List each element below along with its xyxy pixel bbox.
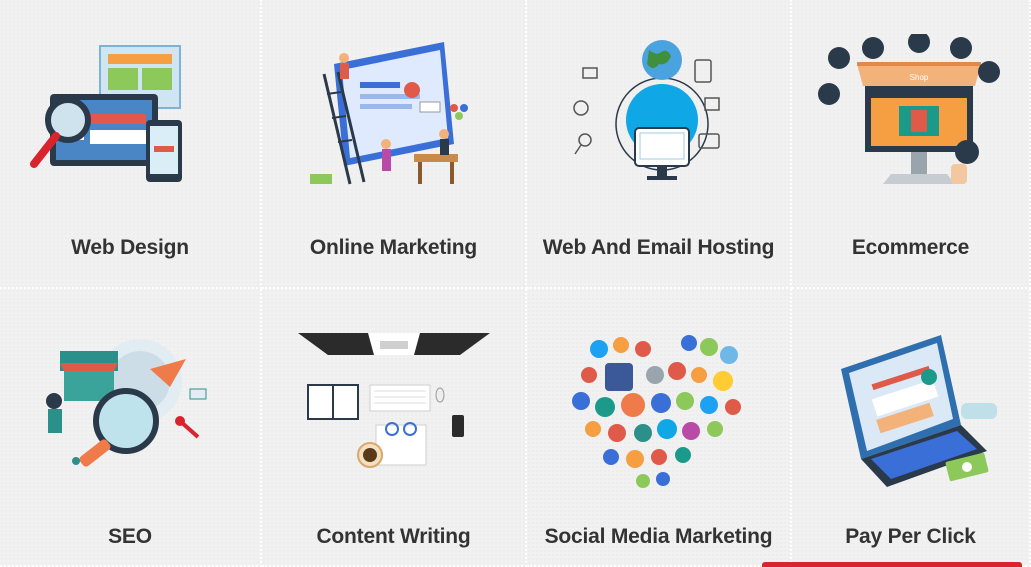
service-card-web-design[interactable]: Web Design bbox=[0, 0, 262, 289]
online-marketing-icon bbox=[309, 42, 468, 185]
seo-icon bbox=[46, 339, 207, 467]
service-card-pay-per-click[interactable]: Pay Per Click bbox=[792, 289, 1031, 567]
content-writing-icon bbox=[297, 333, 490, 468]
service-title: Content Writing bbox=[316, 525, 471, 548]
service-card-ecommerce[interactable]: Shop Ecommerce bbox=[792, 0, 1031, 289]
scroll-accent-bar bbox=[762, 562, 1022, 567]
service-card-seo[interactable]: SEO bbox=[0, 289, 262, 567]
services-grid: Web Design Online Marketing Web And Emai… bbox=[0, 0, 1031, 567]
awning-text: Shop bbox=[909, 73, 928, 82]
service-title: Pay Per Click bbox=[845, 525, 976, 548]
service-card-hosting[interactable]: Web And Email Hosting bbox=[527, 0, 792, 289]
service-title: Web And Email Hosting bbox=[542, 236, 775, 259]
web-design-icon bbox=[30, 45, 182, 182]
service-title: Social Media Marketing bbox=[544, 525, 773, 548]
service-card-social-media[interactable]: Social Media Marketing bbox=[527, 289, 792, 567]
service-title: Online Marketing bbox=[309, 236, 478, 259]
service-title: Web Design bbox=[71, 236, 189, 259]
service-card-online-marketing[interactable]: Online Marketing bbox=[262, 0, 527, 289]
pay-per-click-icon bbox=[840, 335, 997, 487]
social-media-icon bbox=[571, 335, 741, 488]
service-title: Ecommerce bbox=[851, 236, 970, 259]
service-title: SEO bbox=[108, 525, 152, 548]
service-card-content-writing[interactable]: Content Writing bbox=[262, 289, 527, 567]
hosting-icon bbox=[572, 40, 720, 180]
ecommerce-icon: Shop bbox=[817, 34, 1000, 184]
